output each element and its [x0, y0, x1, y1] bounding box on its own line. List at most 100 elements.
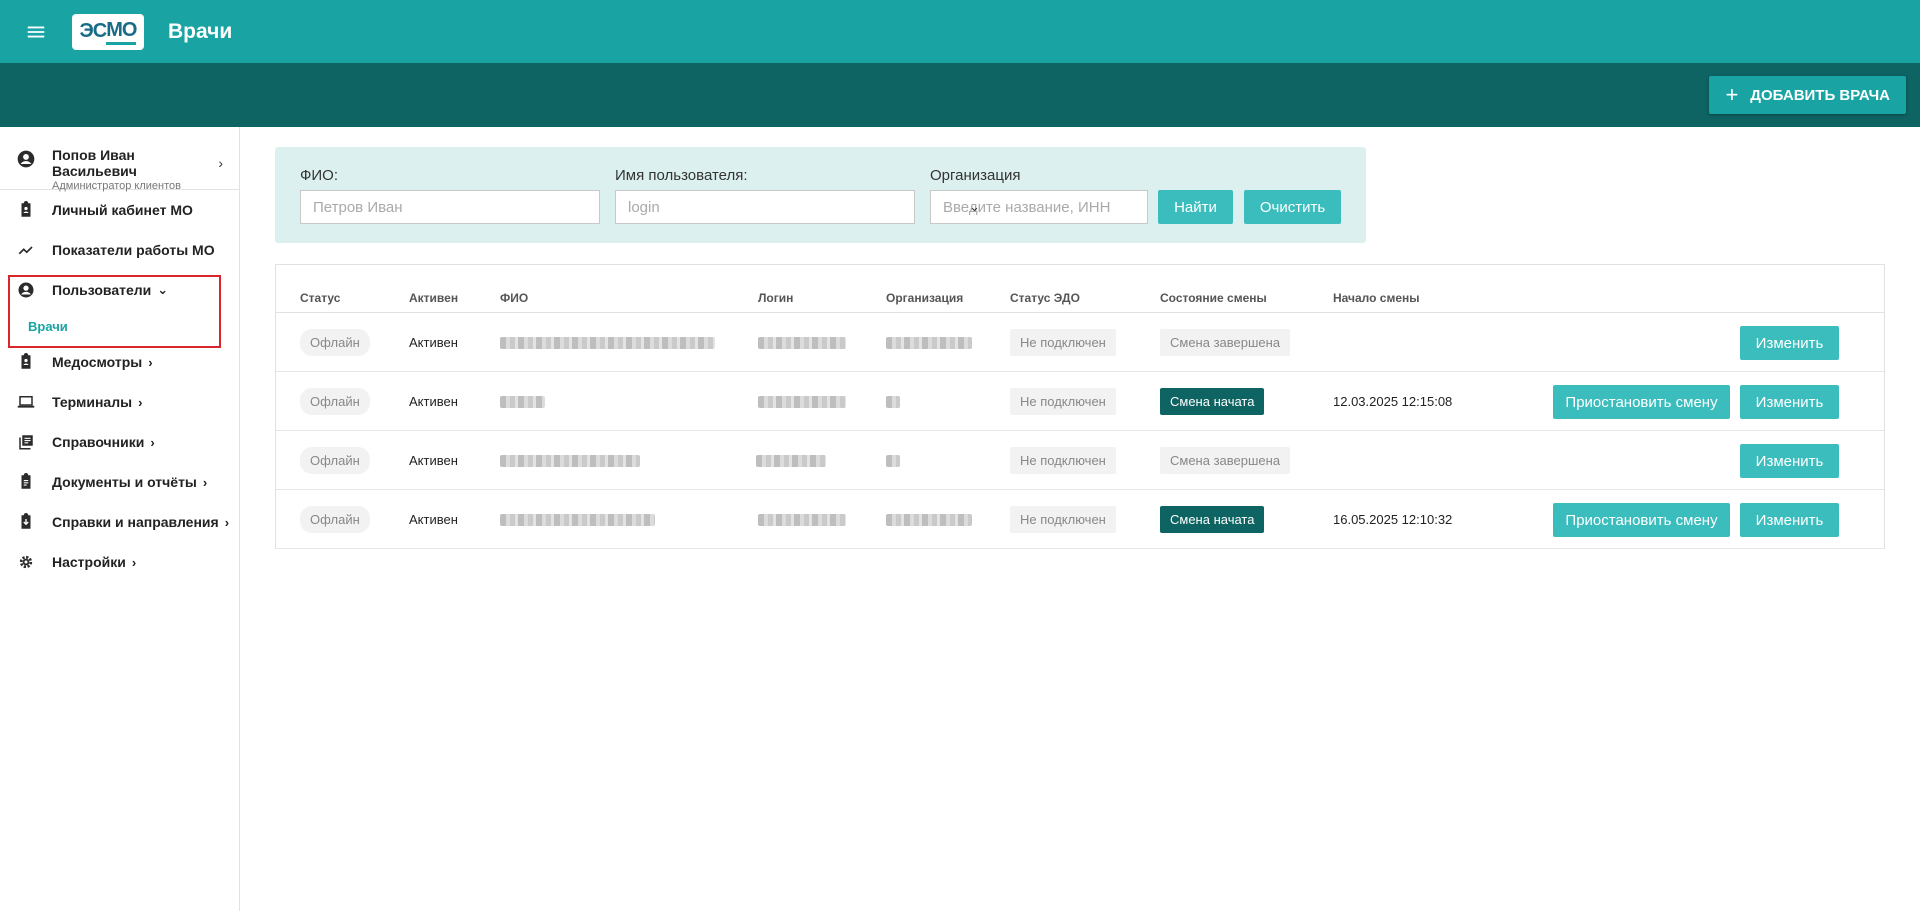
- edo-status-badge: Не подключен: [1010, 506, 1116, 533]
- chevron-right-icon: ›: [138, 394, 143, 410]
- laptop-icon: [16, 392, 36, 412]
- login-input[interactable]: [615, 190, 915, 224]
- fio-cell-redacted: [500, 372, 545, 431]
- sidebar-item-documents[interactable]: Документы и отчёты ›: [0, 462, 239, 502]
- status-badge: Офлайн: [300, 329, 370, 356]
- login-cell-redacted: [758, 490, 846, 549]
- find-button[interactable]: Найти: [1158, 190, 1233, 224]
- edit-button[interactable]: Изменить: [1740, 444, 1839, 478]
- logo-text-b: МО: [106, 19, 137, 45]
- table-row: Офлайн Активен Не подключен Смена заверш…: [276, 313, 1884, 372]
- shift-state-badge: Смена начата: [1160, 506, 1265, 533]
- col-active: Активен: [409, 291, 459, 305]
- sidebar: Попов Иван Васильевич › Администратор кл…: [0, 127, 240, 911]
- account-circle-icon: [16, 149, 36, 169]
- sidebar-item-references[interactable]: Справочники ›: [0, 422, 239, 462]
- table-row: Офлайн Активен Не подключен Смена начата…: [276, 490, 1884, 549]
- sidebar-item-label: Личный кабинет МО: [52, 202, 193, 218]
- col-edo-status: Статус ЭДО: [1010, 291, 1080, 305]
- plus-icon: +: [1725, 82, 1739, 107]
- pause-shift-button[interactable]: Приостановить смену: [1553, 503, 1730, 537]
- sidebar-item-label: Документы и отчёты: [52, 474, 197, 490]
- chevron-right-icon: ›: [131, 554, 137, 570]
- sidebar-item-mo-stats[interactable]: Показатели работы МО: [0, 230, 239, 270]
- col-shift-start: Начало смены: [1333, 291, 1420, 305]
- edit-button[interactable]: Изменить: [1740, 385, 1839, 419]
- fio-cell-redacted: [500, 313, 715, 372]
- action-bar: + ДОБАВИТЬ ВРАЧА: [0, 63, 1920, 127]
- add-doctor-button[interactable]: + ДОБАВИТЬ ВРАЧА: [1709, 76, 1906, 114]
- fio-label: ФИО:: [300, 167, 339, 184]
- col-shift-state: Состояние смены: [1160, 291, 1267, 305]
- sidebar-item-label: Медосмотры: [52, 354, 143, 370]
- sidebar-item-mo-cabinet[interactable]: Личный кабинет МО: [0, 190, 239, 230]
- shift-start-cell: 16.05.2025 12:10:32: [1333, 512, 1453, 527]
- highlight-box: [8, 275, 221, 348]
- chevron-right-icon: ›: [150, 434, 155, 450]
- clear-button[interactable]: Очистить: [1244, 190, 1341, 224]
- hamburger-menu-icon[interactable]: [0, 0, 72, 63]
- chevron-down-icon[interactable]: ⌄: [969, 199, 1139, 215]
- user-profile[interactable]: Попов Иван Васильевич › Администратор кл…: [0, 127, 239, 192]
- org-select[interactable]: Введите название, ИНН ... ⌄: [930, 190, 1148, 224]
- logo-text-a: ЭС: [79, 20, 108, 42]
- status-badge: Офлайн: [300, 506, 370, 533]
- chevron-right-icon: ›: [202, 474, 208, 490]
- active-cell: Активен: [409, 512, 458, 527]
- fio-cell-redacted: [500, 431, 640, 490]
- top-app-bar: ЭС МО Врачи: [0, 0, 1920, 63]
- app-logo[interactable]: ЭС МО: [72, 13, 144, 50]
- chevron-right-icon: ›: [218, 155, 223, 171]
- login-cell-redacted: [756, 431, 826, 490]
- active-cell: Активен: [409, 335, 458, 350]
- login-field-group: Имя пользователя:: [615, 167, 915, 224]
- sidebar-item-medexams[interactable]: Медосмотры ›: [0, 342, 239, 382]
- gear-icon: [16, 552, 36, 572]
- table-header: Статус Активен ФИО Логин Организация Ста…: [276, 265, 1884, 313]
- sidebar-item-label: Настройки: [52, 554, 126, 570]
- edo-status-badge: Не подключен: [1010, 388, 1116, 415]
- edo-status-badge: Не подключен: [1010, 329, 1116, 356]
- page-title: Врачи: [168, 19, 233, 43]
- table-row: Офлайн Активен Не подключен Смена заверш…: [276, 431, 1884, 490]
- shift-state-badge: Смена завершена: [1160, 447, 1291, 474]
- org-cell-redacted: [886, 490, 972, 549]
- sidebar-item-label: Справки и направления: [52, 514, 219, 530]
- clipboard-icon: [16, 200, 36, 220]
- shift-start-cell: 12.03.2025 12:15:08: [1333, 394, 1453, 409]
- edo-status-badge: Не подключен: [1010, 447, 1116, 474]
- login-label: Имя пользователя:: [615, 167, 748, 184]
- sidebar-item-terminals[interactable]: Терминалы ›: [0, 382, 239, 422]
- org-field-group: Организация Введите название, ИНН ... ⌄: [930, 167, 1148, 224]
- sidebar-item-label: Справочники: [52, 434, 145, 450]
- chevron-right-icon: ›: [224, 514, 230, 530]
- col-fio: ФИО: [500, 291, 529, 305]
- status-badge: Офлайн: [300, 388, 370, 415]
- edit-button[interactable]: Изменить: [1740, 326, 1839, 360]
- doctors-table: Статус Активен ФИО Логин Организация Ста…: [275, 264, 1885, 549]
- trend-icon: [16, 240, 36, 260]
- fio-input[interactable]: [300, 190, 600, 224]
- chevron-right-icon: ›: [148, 354, 153, 370]
- org-label: Организация: [930, 167, 1021, 184]
- login-cell-redacted: [758, 372, 846, 431]
- org-cell-redacted: [886, 372, 900, 431]
- col-status: Статус: [300, 291, 341, 305]
- sidebar-item-certificates[interactable]: Справки и направления ›: [0, 502, 239, 542]
- fio-cell-redacted: [500, 490, 655, 549]
- filter-panel: ФИО: Имя пользователя: Организация Введи…: [275, 147, 1366, 243]
- library-icon: [16, 432, 36, 452]
- sidebar-item-settings[interactable]: Настройки ›: [0, 542, 239, 582]
- fio-field-group: ФИО:: [300, 167, 600, 224]
- download-clipboard-icon: [16, 512, 36, 532]
- pause-shift-button[interactable]: Приостановить смену: [1553, 385, 1730, 419]
- sidebar-item-label: Терминалы: [52, 394, 133, 410]
- login-cell-redacted: [758, 313, 846, 372]
- edit-button[interactable]: Изменить: [1740, 503, 1839, 537]
- org-cell-redacted: [886, 313, 972, 372]
- active-cell: Активен: [409, 394, 458, 409]
- shift-state-badge: Смена начата: [1160, 388, 1265, 415]
- document-icon: [16, 472, 36, 492]
- col-login: Логин: [758, 291, 794, 305]
- medical-clipboard-icon: [16, 352, 36, 372]
